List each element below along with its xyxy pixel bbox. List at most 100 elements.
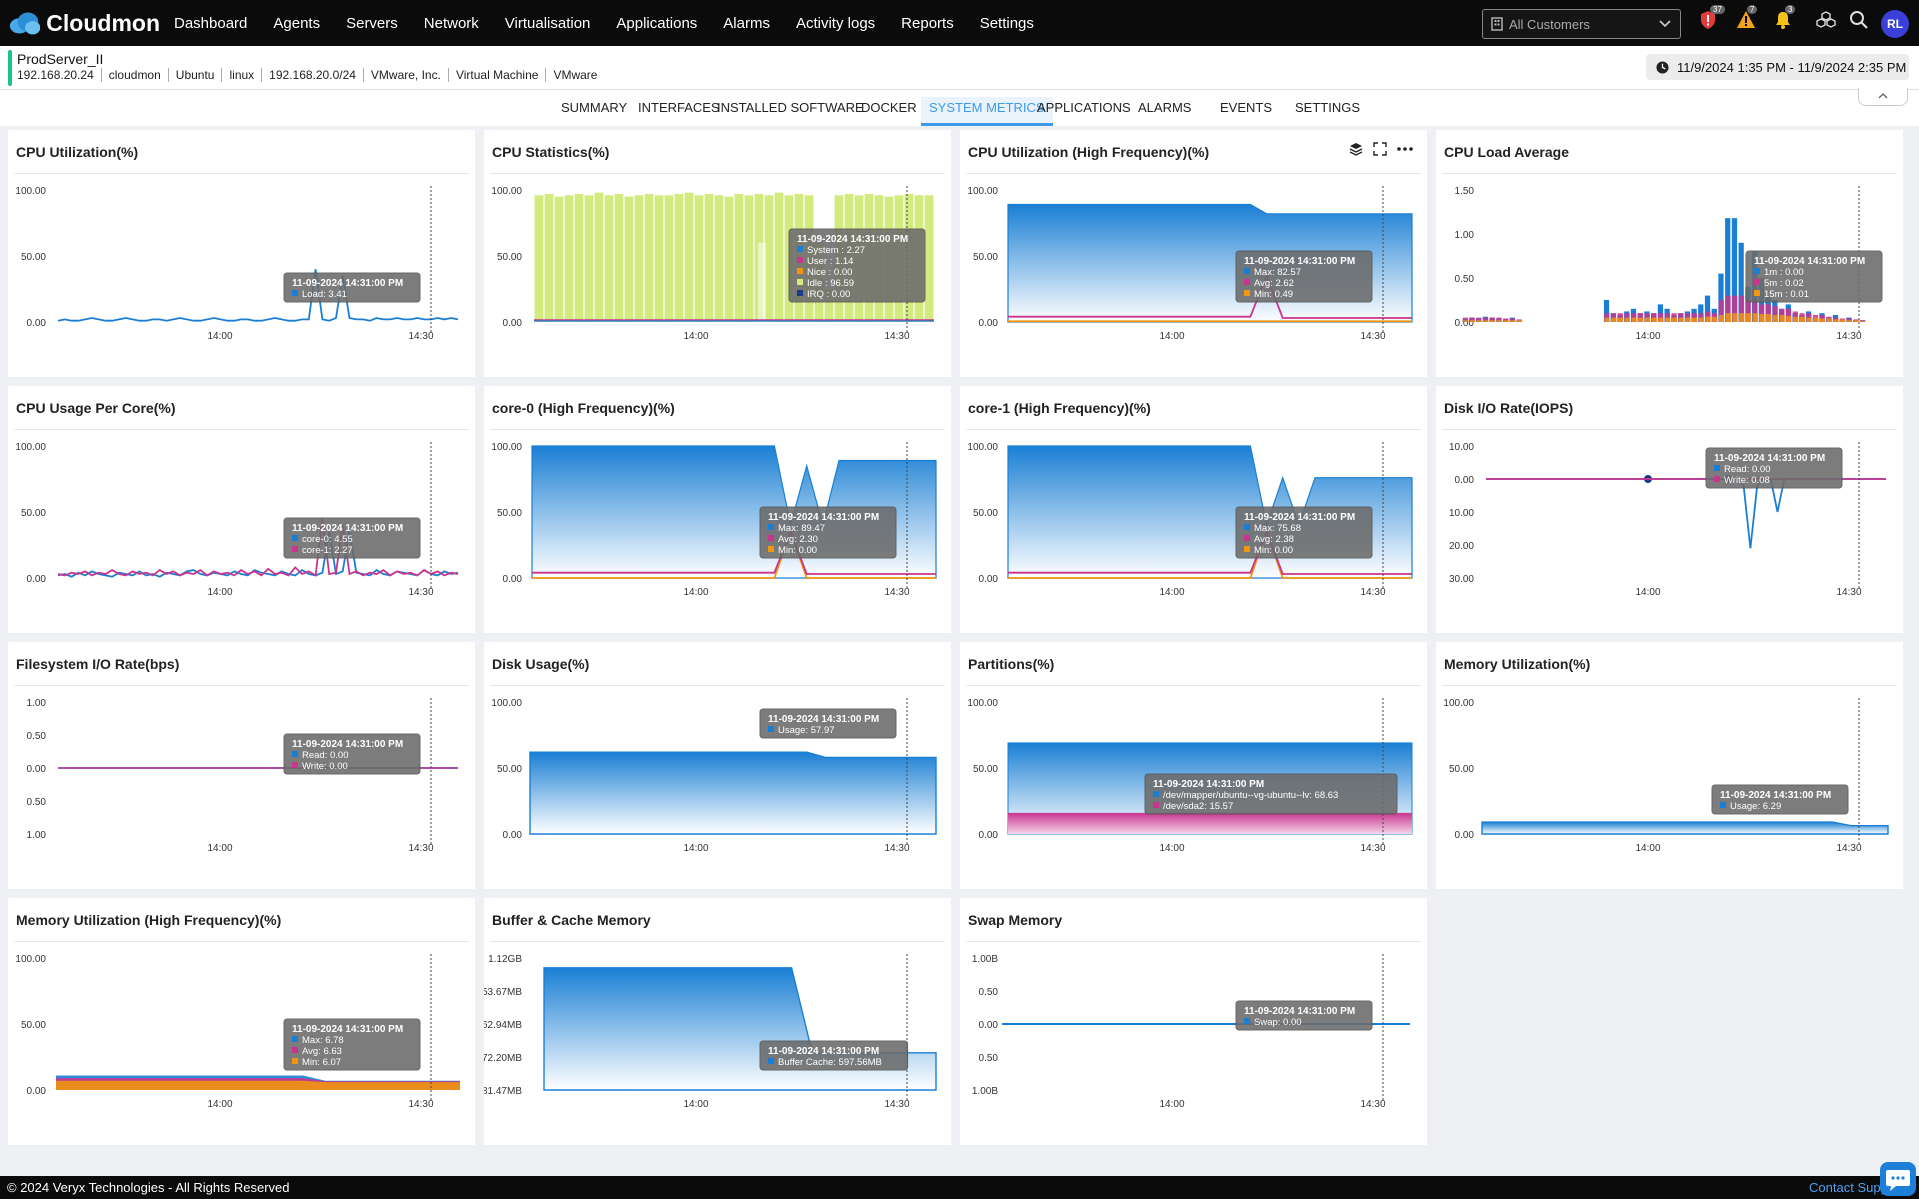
bar-15m [1490, 320, 1496, 322]
tooltip-time: 11-09-2024 14:31:00 PM [1714, 453, 1825, 464]
tooltip-row: Min: 6.07 [302, 1057, 341, 1068]
nav-settings[interactable]: Settings [980, 15, 1034, 32]
nav-reports[interactable]: Reports [901, 15, 954, 32]
critical-alarms-button[interactable]: 37 [1699, 5, 1725, 33]
fullscreen-icon[interactable] [1373, 142, 1387, 156]
bar [614, 193, 624, 322]
bar-15m [1745, 313, 1752, 322]
major-alarms-button[interactable]: 7 [1736, 5, 1758, 32]
chart-disk-usage[interactable]: 100.00 50.00 0.00 14:00 14:30 11-09-2024 14:3… [484, 686, 951, 889]
y-tick-label: 50.00 [497, 764, 522, 775]
tooltip-row: /dev/sda2: 15.57 [1163, 801, 1233, 812]
tooltip-time: 11-09-2024 14:31:00 PM [292, 1024, 403, 1035]
tooltip-swatch [1244, 1018, 1250, 1024]
bar-15m [1799, 316, 1805, 322]
bar [554, 196, 564, 322]
tooltip-swatch [1754, 268, 1760, 274]
user-avatar[interactable]: RL [1881, 10, 1909, 38]
chart-cpu-usage-per-core[interactable]: 100.00 50.00 0.00 14:00 14:30 11-09-2024 14:3… [8, 430, 475, 633]
server-meta-item: 192.168.20.24 [17, 68, 94, 82]
collapse-header-button[interactable] [1858, 88, 1908, 106]
tooltip-time: 11-09-2024 14:31:00 PM [292, 523, 403, 534]
customer-select[interactable]: All Customers [1482, 9, 1681, 39]
nav-dashboard[interactable]: Dashboard [174, 15, 247, 32]
y-tick-label: 0.00 [503, 574, 523, 585]
tooltip-time: 11-09-2024 14:31:00 PM [768, 1046, 879, 1057]
chart-cpu-utilization[interactable]: 100.00 50.00 0.00 14:00 14:30 11-09-2024 14:3… [8, 174, 475, 377]
y-tick-label: 10.00 [1449, 508, 1474, 519]
chart-swap-memory[interactable]: 1.00B 0.50 0.00 0.50 1.00B 14:00 14:30 11-09-20… [960, 942, 1427, 1145]
chart-partitions[interactable]: 100.00 50.00 0.00 14:00 14:30 11-09-2024 14:3… [960, 686, 1427, 889]
chart-core-1-high-frequency[interactable]: 100.00 50.00 0.00 14:00 14:30 11-09-2024 14:3… [960, 430, 1427, 633]
tab-alarms[interactable]: ALARMS [1130, 97, 1199, 126]
tab-settings[interactable]: SETTINGS [1287, 97, 1368, 126]
chart-cpu-load-average[interactable]: 1.501.000.500.0014:00 14:3011-09-2024 14:… [1436, 174, 1903, 377]
date-range-picker[interactable]: 11/9/2024 1:35 PM - 11/9/2024 2:35 PM [1646, 54, 1909, 80]
brand-name: Cloudmon [46, 9, 160, 36]
tooltip-row: Avg: 2.30 [778, 534, 818, 545]
x-tick-label: 14:00 [1635, 331, 1660, 342]
layers-icon[interactable] [1349, 142, 1363, 156]
minor-alarms-button[interactable]: 3 [1774, 5, 1796, 32]
tooltip-swatch [292, 546, 298, 552]
bar [574, 193, 584, 322]
server-meta-item: VMware [545, 68, 604, 82]
chart-tooltip: 11-09-2024 14:31:00 PMMax: 6.78Avg: 6.63… [283, 1018, 421, 1071]
tab-events[interactable]: EVENTS [1212, 97, 1280, 126]
panel-cpu-statistics: CPU Statistics(%) 100.00 50.00 0.00 14:00 14:… [484, 130, 951, 377]
nav-virtualisation[interactable]: Virtualisation [505, 15, 591, 32]
chat-bubble-icon [1886, 1170, 1910, 1191]
nav-applications[interactable]: Applications [616, 15, 697, 32]
bar-15m [1611, 317, 1617, 322]
bar [644, 193, 654, 322]
chart-buffer-cache-memory[interactable]: 1.12GB 953.67MB 762.94MB 572.20MB 381.47MB 14… [484, 942, 951, 1145]
tooltip-swatch [797, 246, 803, 252]
chart-memory-utilization-high-frequency[interactable]: 100.00 50.00 0.00 14:00 14:30 11-09-2024 14:3… [8, 942, 475, 1145]
nav-activity-logs[interactable]: Activity logs [796, 15, 875, 32]
chart-cpu-statistics[interactable]: 100.00 50.00 0.00 14:00 14:30 11-09-2024 14:3… [484, 174, 951, 377]
search-button[interactable] [1849, 10, 1869, 33]
topology-button[interactable] [1816, 10, 1836, 33]
y-tick-label: 100.00 [15, 954, 46, 965]
panel-title: Buffer & Cache Memory [492, 912, 651, 928]
chart-filesystem-i-o-rate-bps[interactable]: 1.00 0.50 0.00 0.50 1.00 14:00 14:30 11-09-2024… [8, 686, 475, 889]
nav-network[interactable]: Network [424, 15, 479, 32]
y-tick-label: 10.00 [1449, 442, 1474, 453]
tooltip-row: System : 2.27 [807, 245, 865, 256]
chart-tooltip: 11-09-2024 14:31:00 PMRead: 0.00Write: 0… [283, 733, 421, 775]
tooltip-swatch [1754, 279, 1760, 285]
tab-applications[interactable]: APPLICATIONS [1029, 97, 1139, 126]
nav-servers[interactable]: Servers [346, 15, 398, 32]
tooltip-row: Max: 89.47 [778, 523, 825, 534]
bar [594, 192, 604, 322]
y-tick-label: 762.94MB [484, 1020, 522, 1031]
tooltip-row: Avg: 6.63 [302, 1046, 342, 1057]
tooltip-swatch [797, 268, 803, 274]
y-tick-label: 381.47MB [484, 1086, 522, 1097]
bar-gap [758, 242, 766, 322]
tooltip-swatch [797, 290, 803, 296]
chart-core-0-high-frequency[interactable]: 100.00 50.00 0.00 14:00 14:30 11-09-2024 14:3… [484, 430, 951, 633]
tab-installed-software[interactable]: INSTALLED SOFTWARE [709, 97, 872, 126]
tooltip-row: core-1: 2.27 [302, 545, 353, 556]
chart-tooltip: 11-09-2024 14:31:00 PMUsage: 57.97 [759, 708, 897, 739]
bar [694, 195, 704, 322]
bar-15m [1503, 320, 1509, 322]
nav-alarms[interactable]: Alarms [723, 15, 770, 32]
bar-15m [1739, 313, 1745, 322]
tooltip-swatch [768, 524, 774, 530]
tab-docker[interactable]: DOCKER [853, 97, 925, 126]
chart-cpu-utilization-high-frequency[interactable]: 100.00 50.00 0.00 14:00 14:30 11-09-2024 14:3… [960, 174, 1427, 377]
x-tick-label: 14:00 [1159, 587, 1184, 598]
tab-summary[interactable]: SUMMARY [553, 97, 635, 126]
nav-agents[interactable]: Agents [273, 15, 320, 32]
y-tick-label: 100.00 [491, 442, 522, 453]
chart-memory-utilization[interactable]: 100.00 50.00 0.00 14:00 14:30 11-09-2024 14:3… [1436, 686, 1903, 889]
bar [724, 196, 734, 322]
panel-cpu-usage-per-core: CPU Usage Per Core(%) 100.00 50.00 0.00 14:0… [8, 386, 475, 633]
chat-button[interactable] [1880, 1162, 1916, 1196]
chart-disk-i-o-rate-iops[interactable]: 10.00 0.00 10.00 20.00 30.00 14:00 14:30 11-09-… [1436, 430, 1903, 633]
panel-title: Memory Utilization (High Frequency)(%) [16, 912, 282, 928]
more-options-icon[interactable] [1397, 142, 1413, 156]
brand-logo[interactable]: Cloudmon [8, 10, 160, 37]
